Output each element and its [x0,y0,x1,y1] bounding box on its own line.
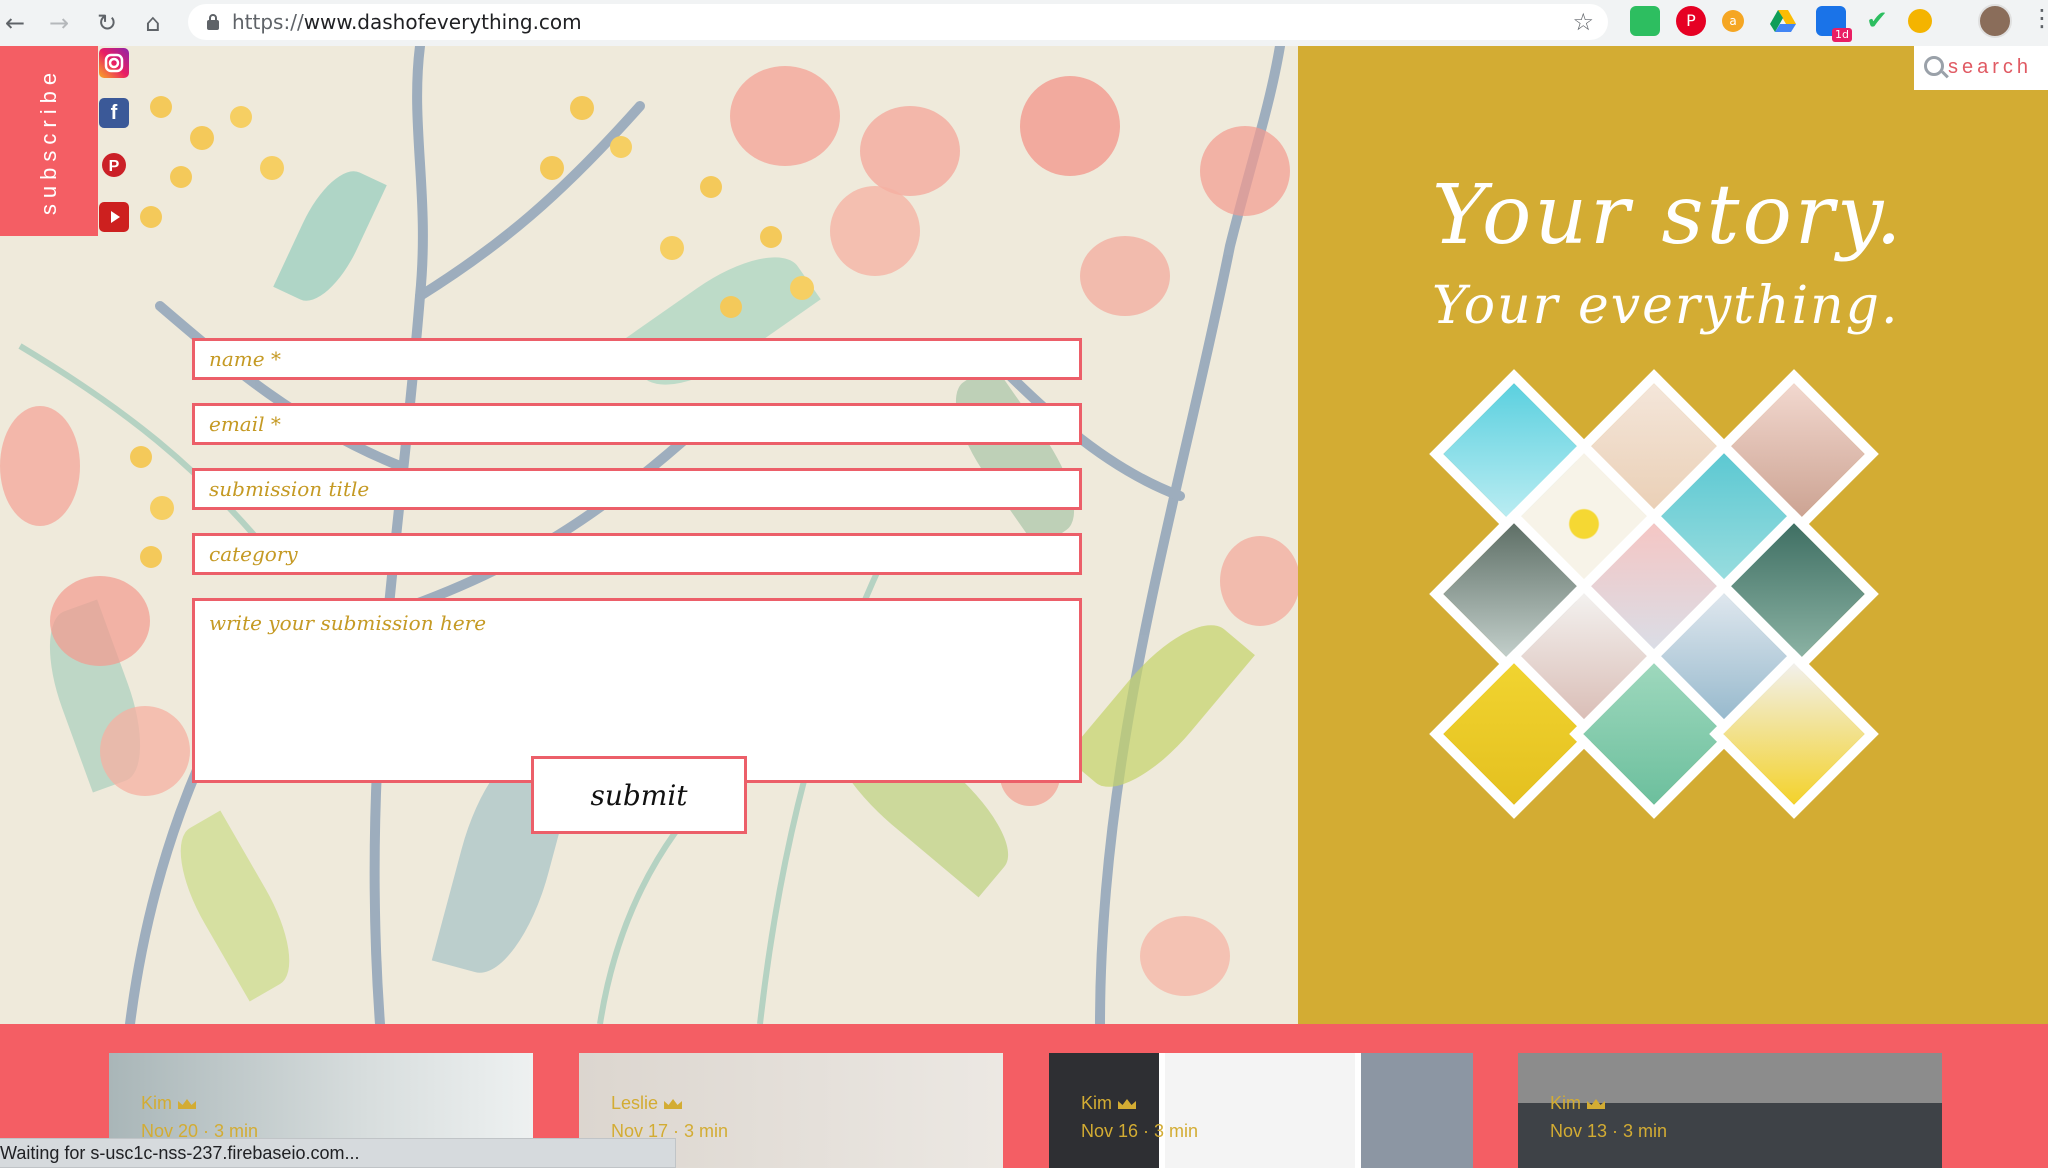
flower-blob [860,106,960,196]
pinterest-icon[interactable]: P [99,150,129,180]
crown-icon [1587,1099,1605,1109]
tagline-secondary: Your everything. [1432,276,1900,336]
post-author: Leslie [611,1093,683,1114]
post-card[interactable]: Kim Nov 16 · 3 min [1049,1053,1473,1168]
name-field[interactable] [192,338,1082,380]
back-icon[interactable]: ← [0,8,30,38]
crown-icon [664,1099,683,1109]
berry-dot [170,166,192,188]
bookmark-star-icon[interactable]: ☆ [1572,8,1594,36]
flower-blob [1080,236,1170,316]
amazon-extension-icon[interactable]: a [1722,10,1744,32]
url-text: https://www.dashofeverything.com [232,10,582,34]
subscribe-tab[interactable]: subscribe [0,46,98,236]
post-meta: Nov 13 · 3 min [1550,1121,1668,1141]
flower-blob [830,186,920,276]
submission-title-input[interactable] [195,471,1079,507]
post-author: Kim [1550,1093,1605,1114]
svg-text:P: P [109,158,120,175]
berry-dot [610,136,632,158]
berry-dot [790,276,814,300]
crown-icon [1118,1099,1136,1109]
berry-dot [150,96,172,118]
flower-blob [100,706,190,796]
berry-dot [570,96,594,120]
drive-extension-icon[interactable] [1768,6,1798,36]
tagline-primary: Your story. [1432,168,1905,263]
berry-dot [260,156,284,180]
post-author: Kim [1081,1093,1136,1114]
berry-dot [540,156,564,180]
post-meta: Nov 16 · 3 min [1081,1121,1199,1141]
submit-button[interactable]: submit [531,756,747,834]
berry-dot [150,496,174,520]
flower-blob [50,576,150,666]
checkmark-extension-icon[interactable]: ✔ [1862,6,1892,36]
home-icon[interactable]: ⌂ [138,8,168,38]
profile-avatar[interactable] [1978,4,2012,38]
circle-extension-icon[interactable] [1908,9,1932,33]
lock-icon [207,14,219,30]
calendar-extension-icon[interactable]: 1d [1816,6,1852,42]
search-button[interactable]: search [1914,46,2048,90]
instagram-icon[interactable] [99,48,129,78]
email-input[interactable] [195,406,1079,442]
photo-collage [1430,370,1878,818]
berry-dot [190,126,214,150]
flower-blob [1220,536,1298,626]
address-bar[interactable]: https://www.dashofeverything.com ☆ [188,4,1608,40]
berry-dot [140,546,162,568]
flower-blob [0,406,80,526]
post-author: Kim [141,1093,196,1114]
berry-dot [700,176,722,198]
flower-blob [1200,126,1290,216]
youtube-icon[interactable] [99,202,129,232]
facebook-icon[interactable]: f [99,98,129,128]
search-icon [1924,56,1944,76]
category-field[interactable] [192,533,1082,575]
submission-title-field[interactable] [192,468,1082,510]
berry-dot [130,446,152,468]
email-field[interactable] [192,403,1082,445]
post-card[interactable]: Kim Nov 13 · 3 min [1518,1053,1942,1168]
browser-status-bar: Waiting for s-usc1c-nss-237.firebaseio.c… [0,1138,676,1168]
forward-icon[interactable]: → [44,8,74,38]
berry-dot [230,106,252,128]
evernote-extension-icon[interactable] [1630,6,1660,36]
name-input[interactable] [195,341,1079,377]
browser-menu-icon[interactable]: ⋮ [2030,4,2048,32]
submission-body-textarea[interactable] [195,601,1079,780]
crown-icon [178,1099,196,1109]
berry-dot [660,236,684,260]
search-label: search [1948,56,2033,78]
berry-dot [720,296,742,318]
berry-dot [760,226,782,248]
pinterest-extension-icon[interactable]: P [1676,6,1706,36]
flower-blob [1140,916,1230,996]
subscribe-label: subscribe [36,66,61,216]
reload-icon[interactable]: ↻ [92,8,122,38]
berry-dot [140,206,162,228]
browser-toolbar: ← → ↻ ⌂ https://www.dashofeverything.com… [0,0,2048,47]
category-input[interactable] [195,536,1079,572]
flower-blob [1020,76,1120,176]
flower-blob [730,66,840,166]
